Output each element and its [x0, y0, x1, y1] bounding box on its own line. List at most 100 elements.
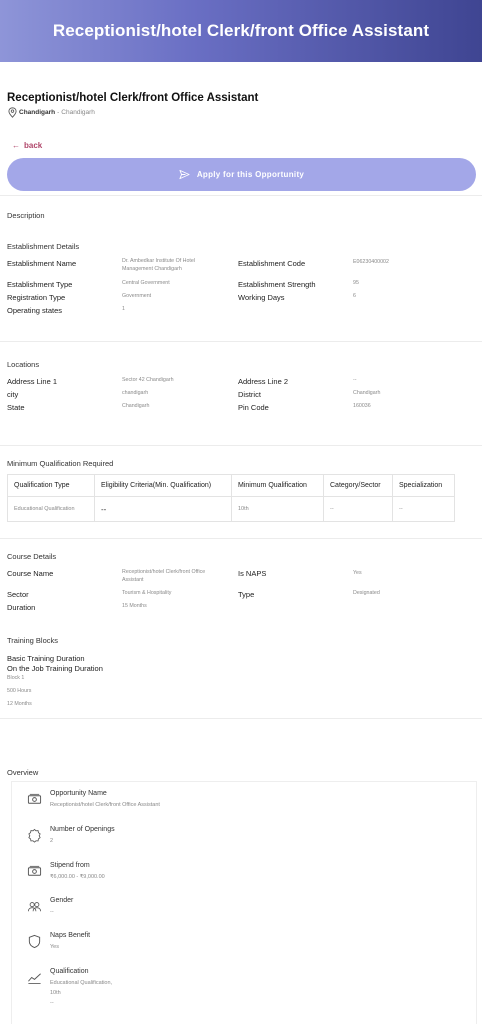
- opportunity-name-title: Opportunity Name: [50, 790, 107, 797]
- openings-title: Number of Openings: [50, 826, 115, 833]
- establishment-name-value: Dr. Ambedkar Institute Of Hotel Manageme…: [122, 257, 195, 273]
- qualification-line1: Educational Qualification,: [50, 980, 113, 986]
- arrow-left-icon: ←: [12, 141, 20, 150]
- gender-value: --: [50, 909, 54, 915]
- working-days-label: Working Days: [238, 293, 285, 302]
- location-city: Chandigarh: [19, 109, 56, 116]
- pin-code-label: Pin Code: [238, 403, 269, 412]
- cash-icon: [27, 865, 42, 876]
- establishment-strength-label: Establishment Strength: [238, 280, 316, 289]
- qualification-line3: --: [50, 1000, 54, 1006]
- sector-value: Tourism & Hospitality: [122, 590, 172, 596]
- gender-title: Gender: [50, 897, 74, 904]
- stipend-title: Stipend from: [50, 862, 90, 869]
- shield-icon: [28, 934, 41, 949]
- establishment-code-label: Establishment Code: [238, 259, 306, 268]
- overview-item: Opportunity Name Receptionist/hotel Cler…: [27, 790, 160, 810]
- divider: [0, 718, 482, 719]
- course-name-line1: Receptionist/hotel Clerk/front Office: [122, 569, 206, 575]
- course-name-line2: Assistant: [122, 577, 144, 583]
- stipend-value: ₹6,000.00 - ₹9,000.00: [50, 874, 105, 880]
- overview-heading: Overview: [7, 768, 39, 777]
- back-label: back: [24, 141, 43, 150]
- openings-value: 2: [50, 838, 54, 844]
- location-pin-icon: [8, 107, 17, 118]
- pin-code-value: 160036: [353, 403, 371, 409]
- is-naps-value: Yes: [353, 570, 362, 576]
- overview-item: Number of Openings 2: [27, 826, 115, 846]
- ojt-duration-label: On the Job Training Duration: [7, 664, 103, 673]
- establishment-type-value: Central Government: [122, 280, 170, 286]
- opportunity-name-value: Receptionist/hotel Clerk/front Office As…: [50, 802, 160, 808]
- table-cell: --: [94, 496, 232, 522]
- header-title: Receptionist/hotel Clerk/front Office As…: [52, 21, 430, 40]
- divider: [0, 195, 482, 196]
- divider: [0, 538, 482, 539]
- description-heading: Description: [7, 211, 45, 220]
- duration-value: 15 Months: [122, 603, 147, 609]
- table-header: Qualification Type: [7, 474, 95, 497]
- address-line1-label: Address Line 1: [7, 377, 58, 386]
- city-label: city: [7, 390, 19, 399]
- district-label: District: [238, 390, 261, 399]
- table-header: Specialization: [392, 474, 455, 497]
- duration-label: Duration: [7, 603, 36, 612]
- course-name-value: Receptionist/hotel Clerk/front Office As…: [122, 568, 205, 584]
- back-link[interactable]: ← back: [12, 141, 42, 150]
- overview-card: Opportunity Name Receptionist/hotel Cler…: [11, 781, 477, 1024]
- page-header-banner: Receptionist/hotel Clerk/front Office As…: [0, 0, 482, 62]
- min-qualification-table: Qualification Type Eligibility Criteria(…: [7, 474, 455, 522]
- operating-states-label: Operating states: [7, 306, 63, 315]
- is-naps-label: Is NAPS: [238, 569, 267, 578]
- sector-label: Sector: [7, 590, 29, 599]
- address-line1-value: Sector 42 Chandigarh: [122, 377, 174, 383]
- naps-benefit-title: Naps Benefit: [50, 932, 91, 939]
- table-header: Eligibility Criteria(Min. Qualification): [94, 474, 232, 497]
- qualification-value: Educational Qualification, 10th --: [50, 978, 112, 1008]
- overview-item: Naps Benefit Yes: [27, 932, 90, 952]
- badge-icon: [28, 828, 41, 843]
- qualification-title: Qualification: [50, 968, 89, 975]
- course-details-heading: Course Details: [7, 552, 57, 561]
- divider: [0, 341, 482, 342]
- state-value: Chandigarh: [122, 403, 150, 409]
- chart-icon: [28, 973, 41, 985]
- table-row: Educational Qualification -- 10th -- --: [7, 496, 455, 522]
- address-line2-value: --: [353, 377, 357, 383]
- establishment-strength-value: 95: [353, 280, 359, 286]
- overview-item: Qualification Educational Qualification,…: [27, 968, 112, 1008]
- establishment-code-value: E06230400002: [353, 259, 389, 265]
- ojt-months-value: 12 Months: [7, 701, 32, 707]
- training-blocks-heading: Training Blocks: [7, 636, 58, 645]
- min-qualification-heading: Minimum Qualification Required: [7, 459, 114, 468]
- job-location: Chandigarh - Chandigarh: [8, 107, 95, 118]
- working-days-value: 6: [353, 293, 356, 299]
- location-state: Chandigarh: [61, 109, 95, 116]
- table-header: Minimum Qualification: [231, 474, 324, 497]
- establishment-name-line1: Dr. Ambedkar Institute Of Hotel: [122, 258, 196, 264]
- block-label: Block 1: [7, 675, 25, 681]
- qualification-line2: 10th: [50, 990, 61, 996]
- address-line2-label: Address Line 2: [238, 377, 289, 386]
- table-cell: Educational Qualification: [7, 496, 95, 522]
- send-icon: [179, 169, 190, 180]
- table-cell: --: [392, 496, 455, 522]
- location-separator: -: [57, 109, 60, 116]
- apply-button[interactable]: Apply for this Opportunity: [7, 158, 476, 191]
- course-type-value: Designated: [353, 590, 380, 596]
- registration-type-label: Registration Type: [7, 293, 66, 302]
- city-value: chandigarh: [122, 390, 149, 396]
- establishment-name-label: Establishment Name: [7, 259, 77, 268]
- table-cell: --: [323, 496, 393, 522]
- district-value: Chandigarh: [353, 390, 381, 396]
- overview-item: Gender --: [27, 897, 73, 917]
- establishment-name-line2: Management Chandigarh: [122, 266, 182, 272]
- locations-heading: Locations: [7, 360, 40, 369]
- operating-states-value: 1: [122, 306, 125, 312]
- establishment-type-label: Establishment Type: [7, 280, 73, 289]
- state-label: State: [7, 403, 25, 412]
- job-title: Receptionist/hotel Clerk/front Office As…: [7, 92, 259, 104]
- course-name-label: Course Name: [7, 569, 54, 578]
- cash-icon: [27, 793, 42, 804]
- apply-button-label: Apply for this Opportunity: [196, 170, 305, 179]
